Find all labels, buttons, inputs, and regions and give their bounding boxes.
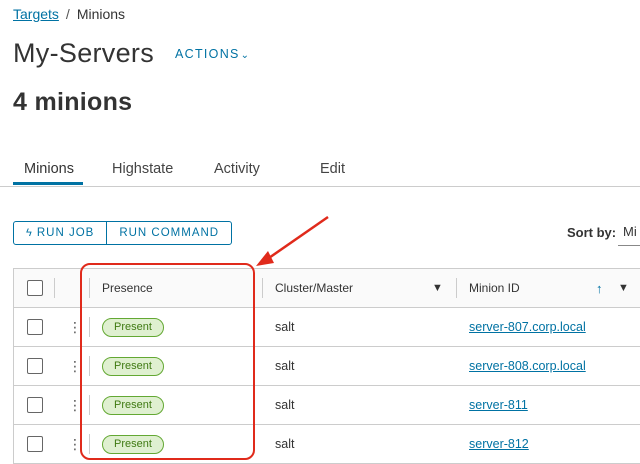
annotation-arrow [256, 215, 329, 266]
arrow-shaft [265, 215, 329, 262]
arrow-head [256, 251, 274, 266]
